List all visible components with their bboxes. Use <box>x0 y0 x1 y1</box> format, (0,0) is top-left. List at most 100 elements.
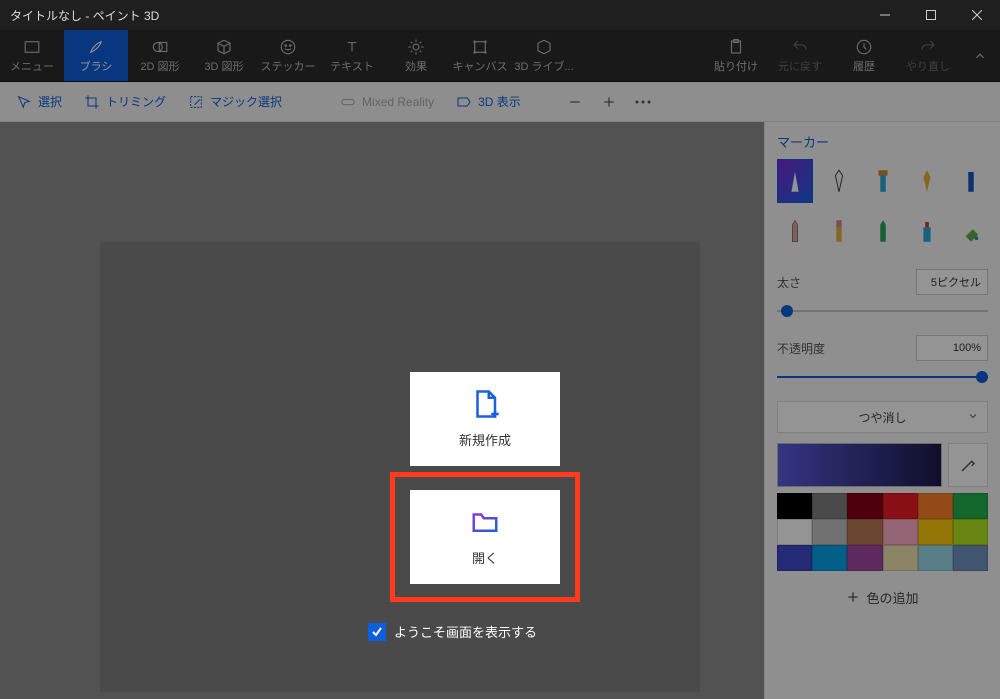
canvas-area[interactable]: 新規作成 開く <box>0 122 764 699</box>
brush-spray[interactable] <box>909 209 945 253</box>
palette-swatch[interactable] <box>777 519 812 545</box>
palette-swatch[interactable] <box>883 519 918 545</box>
ribbon-history[interactable]: 履歴 <box>832 30 896 81</box>
thickness-label: 太さ <box>777 274 801 291</box>
chevron-down-icon <box>967 410 979 425</box>
ribbon-redo-label: やり直し <box>906 58 950 74</box>
palette-swatch[interactable] <box>883 493 918 519</box>
ribbon-2d-label: 2D 図形 <box>140 58 179 74</box>
ribbon-text-label: テキスト <box>330 58 374 74</box>
material-select[interactable]: つや消し <box>777 401 988 433</box>
window-title: タイトルなし - ペイント 3D <box>0 7 862 24</box>
ribbon-redo[interactable]: やり直し <box>896 30 960 81</box>
tool-select-label: 選択 <box>38 93 62 110</box>
palette-swatch[interactable] <box>918 545 953 571</box>
ribbon-2d-shapes[interactable]: 2D 図形 <box>128 30 192 81</box>
ribbon-history-label: 履歴 <box>853 58 875 74</box>
palette-swatch[interactable] <box>883 545 918 571</box>
ribbon-paste[interactable]: 貼り付け <box>704 30 768 81</box>
brush-calligraphy[interactable] <box>821 159 857 203</box>
ribbon-3d-library[interactable]: 3D ライブ... <box>512 30 576 81</box>
palette-swatch[interactable] <box>953 519 988 545</box>
tool-mr-label: Mixed Reality <box>362 95 434 109</box>
brush-grid <box>777 159 988 253</box>
minimize-button[interactable] <box>862 0 908 30</box>
ribbon-menu-label: メニュー <box>10 58 54 74</box>
welcome-open-highlight: 開く <box>390 472 580 602</box>
ribbon-menu[interactable]: メニュー <box>0 30 64 81</box>
ribbon-3d-shapes[interactable]: 3D 図形 <box>192 30 256 81</box>
ribbon-paste-label: 貼り付け <box>714 58 758 74</box>
welcome-dialog: 新規作成 開く <box>100 242 700 692</box>
palette-swatch[interactable] <box>847 493 882 519</box>
ribbon-3dlib-label: 3D ライブ... <box>514 58 573 74</box>
opacity-value[interactable]: 100% <box>916 335 988 361</box>
side-heading: マーカー <box>777 132 988 151</box>
palette-swatch[interactable] <box>918 493 953 519</box>
zoom-in-button[interactable] <box>595 88 623 116</box>
zoom-out-button[interactable] <box>561 88 589 116</box>
brush-fill[interactable] <box>953 209 989 253</box>
brush-watercolor[interactable] <box>909 159 945 203</box>
tool-3dview-label: 3D 表示 <box>478 93 521 110</box>
tool-3d-view[interactable]: 3D 表示 <box>448 89 529 114</box>
checkbox-checked-icon[interactable] <box>368 623 386 641</box>
palette-swatch[interactable] <box>847 519 882 545</box>
ribbon-stickers[interactable]: ステッカー <box>256 30 320 81</box>
palette-swatch[interactable] <box>812 519 847 545</box>
welcome-open-tile[interactable]: 開く <box>410 490 560 584</box>
brush-oil[interactable] <box>865 159 901 203</box>
ribbon-canvas[interactable]: キャンバス <box>448 30 512 81</box>
welcome-open-label: 開く <box>472 548 498 567</box>
palette-swatch[interactable] <box>777 493 812 519</box>
opacity-slider[interactable] <box>777 365 988 389</box>
folder-icon <box>470 507 500 540</box>
ribbon: メニュー ブラシ 2D 図形 3D 図形 ステッカー テキスト 効果 キャンバ <box>0 30 1000 82</box>
material-select-value: つや消し <box>858 409 906 426</box>
add-color-button[interactable]: 色の追加 <box>777 577 988 617</box>
palette-swatch[interactable] <box>847 545 882 571</box>
brush-crayon[interactable] <box>865 209 901 253</box>
tool-magic-select[interactable]: マジック選択 <box>180 89 290 114</box>
maximize-button[interactable] <box>908 0 954 30</box>
ribbon-undo-label: 元に戻す <box>778 58 822 74</box>
tool-crop-label: トリミング <box>106 93 166 110</box>
welcome-new-tile[interactable]: 新規作成 <box>410 372 560 466</box>
palette-swatch[interactable] <box>777 545 812 571</box>
tool-mixed-reality[interactable]: Mixed Reality <box>332 90 442 114</box>
side-panel: マーカー 太さ 5ピクセル 不透明度 <box>764 122 1000 699</box>
add-color-label: 色の追加 <box>866 588 918 607</box>
opacity-label: 不透明度 <box>777 340 825 357</box>
ribbon-collapse-button[interactable] <box>960 30 1000 81</box>
tool-magic-label: マジック選択 <box>210 93 282 110</box>
palette-swatch[interactable] <box>812 545 847 571</box>
brush-pencil[interactable] <box>777 209 813 253</box>
thickness-value[interactable]: 5ピクセル <box>916 269 988 295</box>
palette-swatch[interactable] <box>918 519 953 545</box>
palette-swatch[interactable] <box>953 545 988 571</box>
tool-crop[interactable]: トリミング <box>76 89 174 114</box>
ribbon-effects[interactable]: 効果 <box>384 30 448 81</box>
color-palette <box>777 493 988 571</box>
close-button[interactable] <box>954 0 1000 30</box>
eyedropper-button[interactable] <box>948 443 988 487</box>
ribbon-3d-label: 3D 図形 <box>204 58 243 74</box>
ribbon-stickers-label: ステッカー <box>261 58 316 74</box>
new-file-icon <box>470 389 500 422</box>
palette-swatch[interactable] <box>953 493 988 519</box>
brush-pixel[interactable] <box>953 159 989 203</box>
welcome-new-label: 新規作成 <box>459 430 511 449</box>
welcome-show-label: ようこそ画面を表示する <box>394 622 537 641</box>
thickness-slider[interactable] <box>777 299 988 323</box>
current-color-swatch[interactable] <box>777 443 942 487</box>
brush-marker[interactable] <box>777 159 813 203</box>
ribbon-text[interactable]: テキスト <box>320 30 384 81</box>
ribbon-brushes[interactable]: ブラシ <box>64 30 128 81</box>
brush-eraser[interactable] <box>821 209 857 253</box>
palette-swatch[interactable] <box>812 493 847 519</box>
ribbon-undo[interactable]: 元に戻す <box>768 30 832 81</box>
tool-select[interactable]: 選択 <box>8 89 70 114</box>
ribbon-brushes-label: ブラシ <box>80 58 113 74</box>
welcome-show-checkbox-row[interactable]: ようこそ画面を表示する <box>368 622 537 641</box>
more-button[interactable] <box>629 88 657 116</box>
